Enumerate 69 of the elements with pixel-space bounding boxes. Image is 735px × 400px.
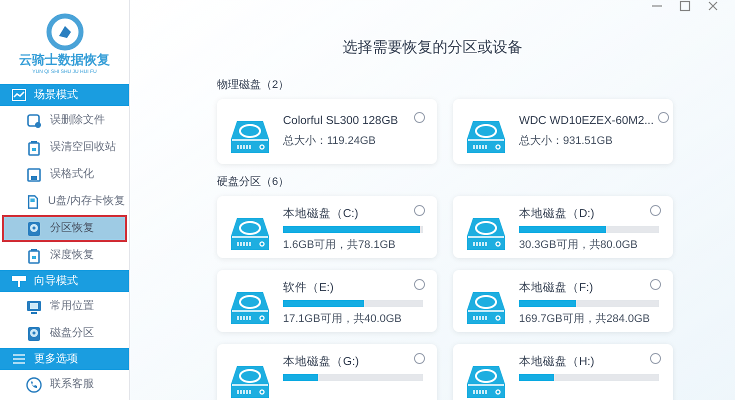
sidebar-item[interactable]: 分区恢复 [2, 215, 127, 242]
sidebar-item[interactable]: 误删除文件 [2, 107, 127, 134]
device-name: 本地磁盘（G:) [283, 354, 359, 370]
device-name: 本地磁盘（H:) [519, 354, 594, 370]
hard-drive-icon [465, 118, 507, 154]
device-card[interactable]: Colorful SL300 128GB 总大小：119.24GB [217, 98, 437, 164]
close-icon[interactable] [707, 0, 719, 12]
hard-drive-icon [26, 326, 42, 342]
group-title: 物理磁盘（2） [217, 78, 290, 92]
document-icon [26, 112, 42, 128]
section-title: 向导模式 [34, 274, 78, 289]
hard-drive-icon [229, 118, 271, 154]
hard-drive-icon [465, 364, 507, 400]
hard-drive-icon [229, 364, 271, 400]
menu-icon [12, 353, 26, 365]
sidebar-item[interactable]: U盘/内存卡恢复 [2, 188, 127, 215]
sidebar-item[interactable]: 深度恢复 [2, 242, 127, 269]
memory-card-icon [26, 194, 40, 210]
device-detail: 总大小：119.24GB [283, 134, 377, 148]
device-detail: 169.7GB可用，共284.0GB [519, 312, 651, 326]
device-name: WDC WD10EZEX-60M2... [519, 114, 654, 128]
device-card[interactable]: WDC WD10EZEX-60M2... 总大小：931.51GB [453, 98, 673, 164]
sidebar-item[interactable]: 误格式化 [2, 161, 127, 188]
sidebar-item[interactable]: 磁盘分区 [2, 320, 127, 347]
radio-button[interactable] [414, 112, 425, 122]
device-card[interactable]: 本地磁盘（D:) 30.3GB可用，共80.0GB [453, 196, 673, 258]
trash-icon [26, 248, 42, 264]
device-name: 本地磁盘（F:) [519, 280, 594, 296]
device-card[interactable]: 本地磁盘（F:) 169.7GB可用，共284.0GB [453, 270, 673, 332]
hard-drive-icon [465, 290, 507, 326]
device-detail: 1.6GB可用，共78.1GB [283, 238, 396, 252]
device-detail: 17.1GB可用，共40.0GB [283, 312, 403, 326]
chart-icon [12, 89, 26, 101]
device-card[interactable]: 软件（E:) 17.1GB可用，共40.0GB [217, 270, 437, 332]
logo-title: 云骑士数据恢复 [19, 52, 110, 68]
radio-button[interactable] [650, 278, 661, 290]
section-title: 场景模式 [34, 88, 78, 103]
radio-button[interactable] [414, 352, 425, 364]
hard-drive-icon [229, 216, 271, 252]
device-name: 软件（E:) [283, 280, 334, 296]
device-card[interactable]: 本地磁盘（G:) [217, 344, 437, 400]
device-detail: 30.3GB可用，共80.0GB [519, 238, 639, 252]
maximize-icon[interactable] [679, 0, 691, 12]
floppy-icon [26, 166, 42, 182]
monitor-icon [26, 298, 42, 314]
phone-icon [26, 376, 42, 392]
radio-button[interactable] [414, 204, 425, 216]
section-title: 更多选项 [34, 352, 78, 367]
device-name: 本地磁盘（D:) [519, 206, 594, 222]
group-title: 硬盘分区（6） [217, 174, 290, 190]
radio-button[interactable] [650, 352, 661, 364]
logo-icon [44, 12, 84, 52]
radio-button[interactable] [414, 278, 425, 290]
sidebar-item[interactable]: 联系客服 [2, 371, 127, 398]
device-detail: 总大小：931.51GB [519, 134, 614, 148]
device-name: Colorful SL300 128GB [283, 114, 398, 128]
signpost-icon [12, 275, 26, 287]
radio-button[interactable] [650, 204, 661, 216]
hard-drive-icon [229, 290, 271, 326]
page-heading: 选择需要恢复的分区或设备 [342, 38, 522, 58]
device-name: 本地磁盘（C:) [283, 206, 358, 222]
device-card[interactable]: 本地磁盘（C:) 1.6GB可用，共78.1GB [217, 196, 437, 258]
hard-drive-icon [26, 220, 42, 236]
radio-button[interactable] [658, 112, 669, 122]
hard-drive-icon [465, 216, 507, 252]
device-card[interactable]: 本地磁盘（H:) [453, 344, 673, 400]
sidebar-item[interactable]: 误清空回收站 [2, 134, 127, 161]
trash-icon [26, 140, 42, 156]
sidebar-item[interactable]: 常用位置 [2, 293, 127, 320]
